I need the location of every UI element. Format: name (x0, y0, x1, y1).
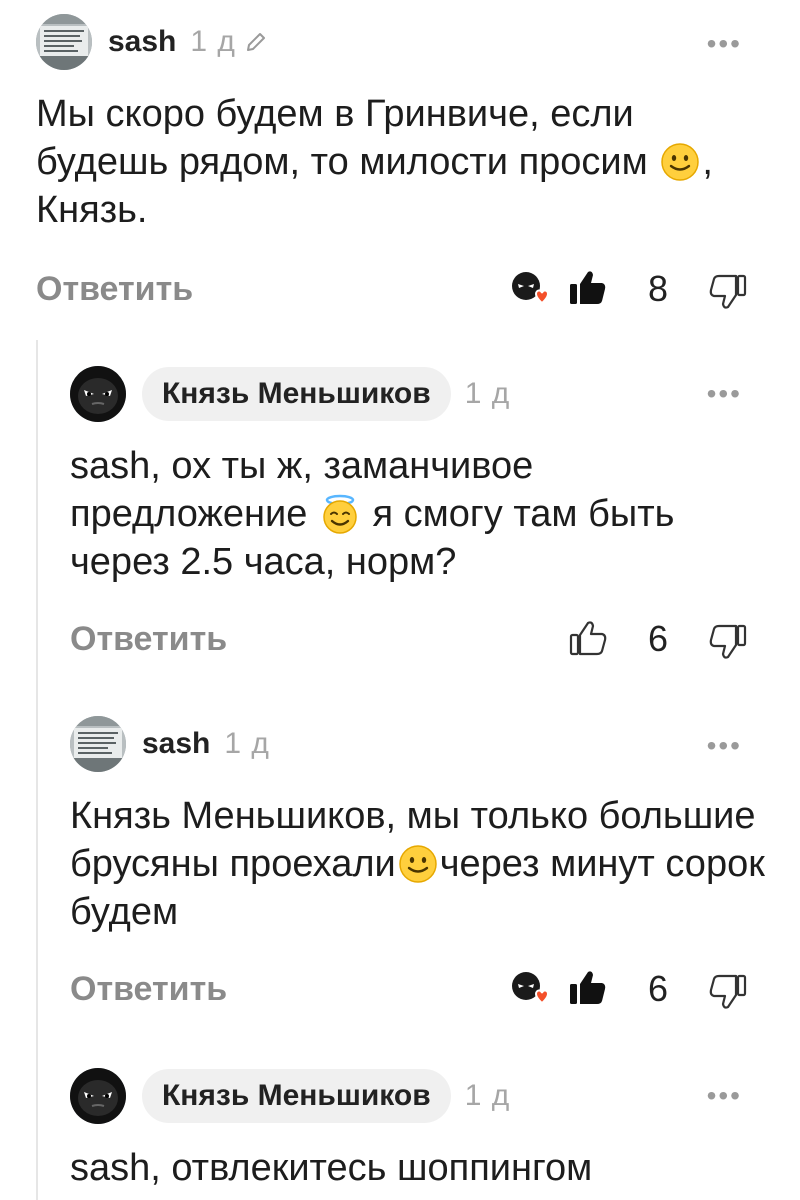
reply-button[interactable]: Ответить (36, 270, 193, 309)
more-options-button[interactable]: ••• (707, 1082, 742, 1110)
comment-actions: Ответить 8 (0, 268, 800, 318)
avatar[interactable] (70, 1068, 126, 1124)
comment-text: sash, ох ты ж, заманчивое предложение я … (70, 442, 770, 586)
comment-header: Князь Меньшиков 1 д (70, 1068, 510, 1124)
thumbs-up-filled-icon[interactable] (568, 268, 608, 308)
more-options-button[interactable]: ••• (707, 30, 742, 58)
avatar[interactable] (70, 716, 126, 772)
comment-time: 1 д (464, 377, 511, 410)
slightly-smiling-face-emoji (660, 142, 700, 182)
avatar[interactable] (36, 14, 92, 70)
comment-time: 1 д (190, 25, 236, 58)
author-name[interactable]: Князь Меньшиков (142, 367, 451, 421)
thread-line (36, 340, 38, 1200)
thumbs-up-outline-icon[interactable] (568, 618, 608, 658)
comment-text: Мы скоро будем в Гринвиче, если будешь р… (36, 90, 736, 234)
avatar[interactable] (70, 366, 126, 422)
comment-header: Князь Меньшиков 1 д (70, 366, 510, 422)
likes-count: 6 (647, 968, 669, 1009)
reaction-avatar-heart-icon[interactable] (510, 270, 550, 310)
thumbs-down-outline-icon[interactable] (708, 622, 748, 662)
reaction-avatar-heart-icon[interactable] (510, 970, 550, 1010)
comment-text: Князь Меньшиков, мы только большие бруся… (70, 792, 770, 936)
comment-header: sash 1 д (70, 716, 270, 772)
reply-button[interactable]: Ответить (70, 970, 227, 1009)
thumbs-down-outline-icon[interactable] (708, 972, 748, 1012)
comment-actions: Ответить 6 (0, 968, 800, 1018)
pencil-icon[interactable] (244, 30, 268, 54)
comment-time: 1 д (224, 727, 270, 760)
thumbs-down-outline-icon[interactable] (708, 272, 748, 312)
more-options-button[interactable]: ••• (707, 380, 742, 408)
reply-button[interactable]: Ответить (70, 620, 227, 659)
more-options-button[interactable]: ••• (707, 732, 742, 760)
comment-header: sash 1 д (36, 14, 268, 70)
author-name[interactable]: sash (108, 25, 176, 59)
comment-text: sash, отвлекитесь шоппингом (70, 1144, 770, 1192)
author-name[interactable]: Князь Меньшиков (142, 1069, 451, 1123)
likes-count: 6 (647, 618, 669, 659)
author-name[interactable]: sash (142, 727, 210, 761)
comment-actions: Ответить 6 (0, 618, 800, 668)
smiling-face-with-halo-emoji (320, 494, 360, 534)
slightly-smiling-face-emoji (398, 844, 438, 884)
comment-time: 1 д (464, 1079, 511, 1112)
comment-text-part: sash, отвлекитесь шоппингом (70, 1147, 593, 1189)
thumbs-up-filled-icon[interactable] (568, 968, 608, 1008)
likes-count: 8 (647, 268, 669, 309)
comment-text-part: Мы скоро будем в Гринвиче, если будешь р… (36, 93, 659, 183)
